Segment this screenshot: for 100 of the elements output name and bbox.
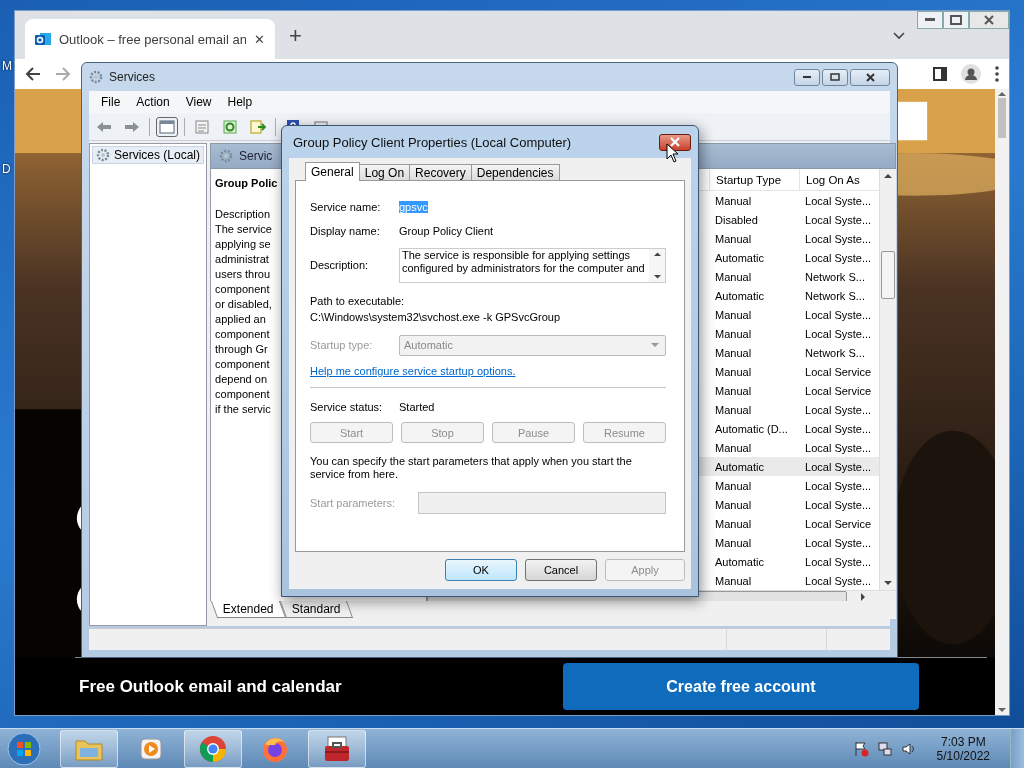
table-cell-text: Automatic	[714, 289, 764, 302]
clock[interactable]: 7:03 PM 5/10/2022	[936, 734, 990, 763]
side-panel-icon[interactable]	[933, 67, 947, 81]
scroll-up-icon[interactable]	[884, 173, 893, 178]
maximize-button[interactable]	[943, 11, 969, 29]
scroll-down-icon[interactable]	[998, 708, 1006, 713]
description-box[interactable]: The service is responsible for applying settings configured by administrators for the computer and	[399, 247, 666, 283]
scroll-down-icon[interactable]	[884, 581, 893, 586]
table-cell-text: Local Syste...	[804, 479, 872, 492]
dialog-tab[interactable]: Recovery	[409, 164, 472, 181]
tab-close-button[interactable]: ✕	[254, 31, 265, 47]
create-account-button[interactable]: Create free account	[563, 663, 919, 710]
table-cell-text: Network S...	[804, 270, 865, 283]
dialog-tab[interactable]: Log On	[358, 164, 411, 181]
display-name-value: Group Policy Client	[399, 225, 494, 237]
scrollbar[interactable]	[995, 89, 1009, 715]
menu-item[interactable]: File	[93, 95, 129, 109]
start-button[interactable]	[4, 729, 44, 768]
service-status-value: Started	[399, 401, 435, 413]
media-player-icon	[138, 735, 164, 762]
scrollbar-thumb[interactable]	[998, 98, 1006, 138]
dialog-tab[interactable]: General	[305, 162, 360, 181]
gear-icon	[89, 70, 103, 84]
maximize-button[interactable]	[822, 68, 848, 86]
table-cell-text: Manual	[714, 441, 752, 454]
table-cell-text: Automatic	[714, 460, 764, 473]
table-cell-text: Local Service	[804, 517, 872, 530]
field-label: Description:	[310, 259, 370, 271]
scroll-down-icon[interactable]	[653, 274, 661, 279]
field-label: Start parameters:	[310, 497, 396, 509]
scroll-up-icon[interactable]	[998, 91, 1006, 96]
pane-title: Servic	[239, 149, 273, 163]
desktop-icon-label[interactable]: M	[2, 59, 12, 73]
description-line: component	[215, 387, 270, 402]
network-icon[interactable]	[876, 740, 893, 757]
scrollbar[interactable]	[879, 169, 897, 590]
minimize-icon	[803, 75, 811, 79]
maximize-icon	[950, 15, 962, 25]
menu-item[interactable]: Action	[128, 95, 178, 109]
browser-tab[interactable]: Outlook – free personal email an ✕	[25, 19, 275, 59]
minimize-button[interactable]	[917, 11, 943, 29]
table-cell-text: Local Syste...	[804, 213, 872, 226]
table-cell-text: Local Syste...	[804, 536, 872, 549]
dialog-tab[interactable]: Dependencies	[470, 164, 560, 181]
minimize-button[interactable]	[794, 68, 820, 86]
view-tab[interactable]: Extended	[210, 601, 286, 618]
menu-dots-icon[interactable]	[995, 66, 999, 82]
field-label: Service name:	[310, 201, 382, 213]
back-arrow-icon[interactable]	[25, 66, 41, 82]
field-label: Startup type:	[310, 339, 374, 351]
action-center-flag-icon[interactable]	[852, 740, 869, 757]
close-button[interactable]	[850, 68, 890, 86]
close-icon	[670, 137, 680, 147]
table-cell-text: Network S...	[804, 346, 865, 359]
table-cell-text: Local Syste...	[804, 251, 872, 264]
table-cell-text: Manual	[714, 384, 752, 397]
taskbar-button[interactable]	[308, 729, 366, 768]
menu-item[interactable]: View	[177, 95, 220, 109]
scroll-right-icon[interactable]	[861, 593, 867, 601]
table-cell-text: Automatic	[714, 251, 764, 264]
chevron-down-icon[interactable]	[893, 32, 905, 40]
table-cell-text: Manual	[714, 270, 752, 283]
menu-item[interactable]: Help	[219, 95, 261, 109]
table-cell-text: Manual	[714, 403, 752, 416]
table-cell-text: Manual	[714, 479, 752, 492]
table-cell-text: Network S...	[804, 289, 865, 302]
profile-icon[interactable]	[961, 64, 981, 84]
console-tree-icon[interactable]	[156, 116, 178, 137]
tree-item[interactable]: Services (Local)	[92, 146, 205, 164]
field-label: Path to executable:	[310, 295, 406, 307]
table-cell-text: Manual	[714, 498, 752, 511]
view-tab[interactable]: Standard	[279, 601, 353, 618]
table-cell-text: Manual	[714, 194, 752, 207]
column-header[interactable]: Startup Type	[709, 169, 800, 190]
speaker-icon[interactable]	[900, 740, 917, 757]
dialog-button[interactable]: OK	[445, 559, 517, 581]
close-button[interactable]	[969, 11, 1009, 29]
table-cell-text: Automatic (D...	[714, 422, 788, 435]
description-line: if the servic	[215, 402, 271, 417]
description-line: users throu	[215, 267, 271, 282]
new-tab-button[interactable]: +	[289, 23, 302, 49]
table-cell-text: Manual	[714, 517, 752, 530]
description-line: through Gr	[215, 342, 268, 357]
scroll-up-icon[interactable]	[653, 251, 661, 256]
help-link[interactable]: Help me configure service startup options.	[310, 365, 666, 377]
window-title: Services	[109, 70, 155, 84]
description-line: component	[215, 327, 270, 342]
description-line: applied an	[215, 312, 266, 327]
close-icon	[865, 72, 875, 82]
path-value: C:\Windows\system32\svchost.exe -k GPSvcGroup	[310, 311, 562, 323]
caret-icon	[651, 342, 659, 348]
desktop-icon-label[interactable]: D	[2, 162, 11, 176]
table-cell-text: Disabled	[714, 213, 758, 226]
dialog-button[interactable]: Cancel	[525, 559, 597, 581]
mouse-cursor-icon	[666, 143, 680, 163]
description-line: or disabled,	[215, 297, 272, 312]
table-cell-text: Local Syste...	[804, 555, 872, 568]
close-button[interactable]	[659, 133, 691, 151]
scrollbar-thumb[interactable]	[881, 251, 896, 299]
table-cell-text: Manual	[714, 327, 752, 340]
